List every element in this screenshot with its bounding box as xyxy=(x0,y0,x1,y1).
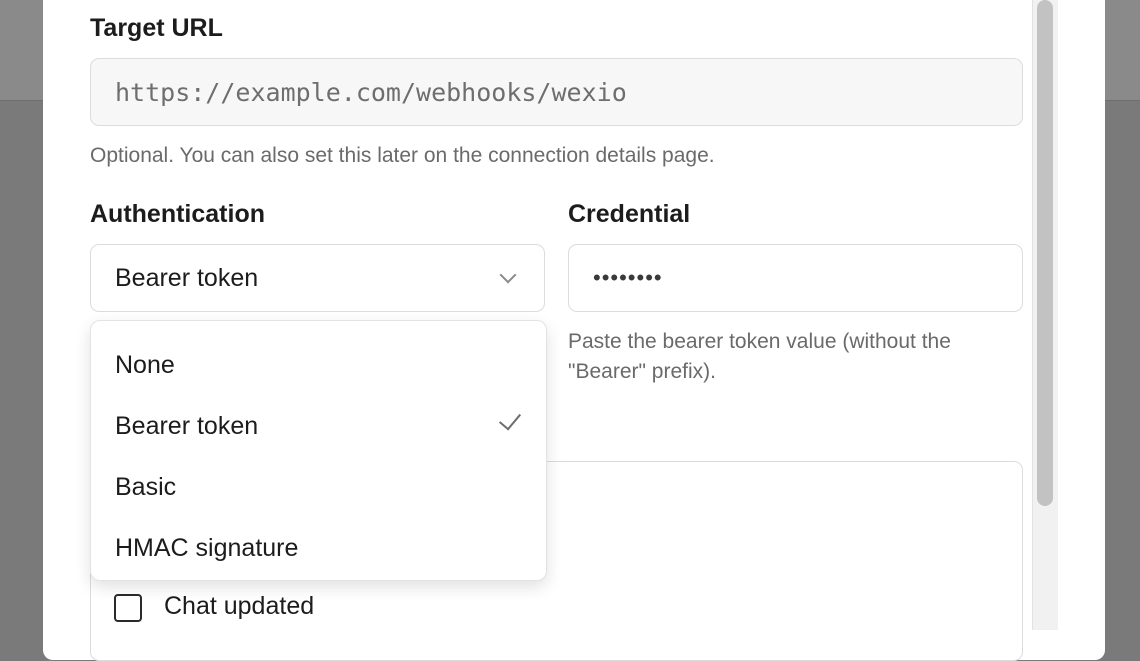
auth-option-hmac-signature[interactable]: HMAC signature xyxy=(91,512,546,573)
check-icon xyxy=(498,407,522,431)
target-url-hint: Optional. You can also set this later on… xyxy=(90,144,715,167)
credential-masked-value: •••••••• xyxy=(593,265,663,290)
target-url-label: Target URL xyxy=(90,14,223,42)
credential-hint-line-1: Paste the bearer token value (without th… xyxy=(568,330,951,353)
auth-option-bearer-token[interactable]: Bearer token xyxy=(91,390,546,451)
auth-option-label: Basic xyxy=(115,473,177,501)
credential-label: Credential xyxy=(568,200,691,228)
modal-scrollbar-thumb[interactable] xyxy=(1037,0,1053,506)
authentication-label: Authentication xyxy=(90,200,265,228)
chevron-down-icon xyxy=(499,266,517,284)
authentication-dropdown-menu: None Bearer token Basic HMAC signature xyxy=(90,320,547,581)
credential-hint-line-2: "Bearer" prefix). xyxy=(568,360,716,383)
auth-option-none[interactable]: None xyxy=(91,329,546,390)
credential-input[interactable]: •••••••• xyxy=(568,244,1023,312)
auth-option-label: None xyxy=(115,351,175,379)
auth-option-label: Bearer token xyxy=(115,412,259,440)
authentication-selected-value: Bearer token xyxy=(115,264,259,292)
auth-option-label: HMAC signature xyxy=(115,534,299,562)
event-item-label: Chat updated xyxy=(164,592,315,620)
target-url-input[interactable]: https://example.com/webhooks/wexio xyxy=(90,58,1023,126)
checkbox-unchecked[interactable] xyxy=(114,594,142,622)
auth-option-basic[interactable]: Basic xyxy=(91,451,546,512)
target-url-placeholder: https://example.com/webhooks/wexio xyxy=(115,78,627,107)
authentication-select[interactable]: Bearer token xyxy=(90,244,545,312)
